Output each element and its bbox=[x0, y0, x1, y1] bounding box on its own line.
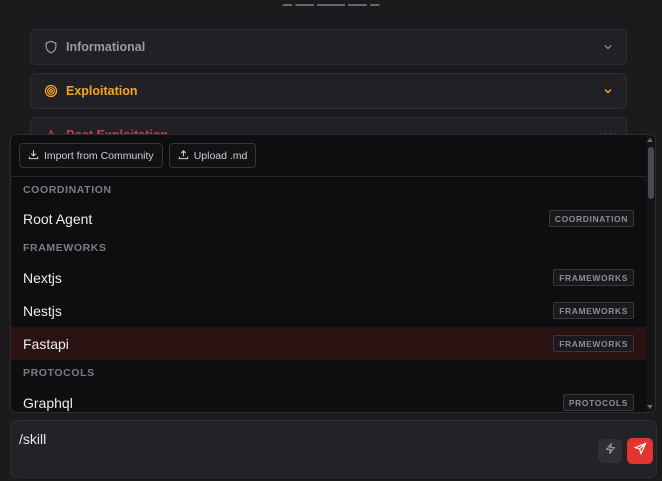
skill-name: Root Agent bbox=[23, 210, 93, 227]
download-icon bbox=[28, 149, 39, 163]
skill-item-nextjs[interactable]: Nextjs FRAMEWORKS bbox=[11, 261, 655, 294]
skill-tag: COORDINATION bbox=[548, 210, 634, 227]
category-label: Informational bbox=[66, 40, 146, 54]
scrollbar[interactable] bbox=[646, 135, 655, 412]
upload-md-label: Upload .md bbox=[193, 149, 248, 162]
message-input[interactable]: /skill bbox=[19, 431, 46, 447]
section-header-frameworks: FRAMEWORKS bbox=[23, 242, 107, 254]
send-button[interactable] bbox=[627, 438, 653, 464]
skill-tag: FRAMEWORKS bbox=[553, 269, 634, 286]
shield-icon bbox=[44, 40, 58, 54]
lightning-icon bbox=[604, 442, 617, 460]
skill-name: Nestjs bbox=[23, 302, 62, 319]
upload-md-button[interactable]: Upload .md bbox=[168, 143, 257, 168]
import-community-label: Import from Community bbox=[44, 149, 154, 162]
skill-item-fastapi[interactable]: Fastapi FRAMEWORKS bbox=[11, 327, 655, 360]
skill-item-graphql[interactable]: Graphql PROTOCOLS bbox=[11, 386, 655, 412]
chevron-down-icon bbox=[602, 85, 614, 97]
import-community-button[interactable]: Import from Community bbox=[19, 143, 163, 168]
app-stage: ▁ ▁▁ ▁▁▁ ▁▁ ▁ Informational Exploitation… bbox=[0, 0, 662, 481]
scroll-up-arrow[interactable] bbox=[647, 138, 653, 142]
upload-icon bbox=[178, 149, 189, 163]
scrollbar-thumb[interactable] bbox=[648, 147, 654, 199]
category-exploitation[interactable]: Exploitation bbox=[30, 73, 627, 109]
section-header-protocols: PROTOCOLS bbox=[23, 367, 95, 379]
skill-tag: FRAMEWORKS bbox=[553, 335, 634, 352]
skill-list: COORDINATION Root Agent COORDINATION FRA… bbox=[11, 177, 655, 412]
target-icon bbox=[44, 84, 58, 98]
skills-button[interactable] bbox=[598, 439, 622, 463]
section-header-coordination: COORDINATION bbox=[23, 184, 112, 196]
chevron-down-icon bbox=[602, 41, 614, 53]
chat-composer[interactable]: /skill bbox=[10, 420, 657, 478]
skill-picker-popover: Import from Community Upload .md COORDIN… bbox=[10, 134, 656, 413]
skill-tag: PROTOCOLS bbox=[562, 394, 634, 411]
skill-item-nestjs[interactable]: Nestjs FRAMEWORKS bbox=[11, 294, 655, 327]
cutoff-text: ▁ ▁▁ ▁▁▁ ▁▁ ▁ bbox=[0, 0, 662, 6]
category-label: Exploitation bbox=[66, 84, 138, 98]
send-icon bbox=[633, 442, 647, 460]
scroll-down-arrow[interactable] bbox=[647, 405, 653, 409]
skill-tag: FRAMEWORKS bbox=[553, 302, 634, 319]
skill-name: Nextjs bbox=[23, 269, 62, 286]
skill-name: Graphql bbox=[23, 394, 73, 411]
skill-item-root-agent[interactable]: Root Agent COORDINATION bbox=[11, 202, 655, 235]
popover-toolbar: Import from Community Upload .md bbox=[11, 135, 655, 177]
skill-name: Fastapi bbox=[23, 335, 69, 352]
category-informational[interactable]: Informational bbox=[30, 29, 627, 65]
